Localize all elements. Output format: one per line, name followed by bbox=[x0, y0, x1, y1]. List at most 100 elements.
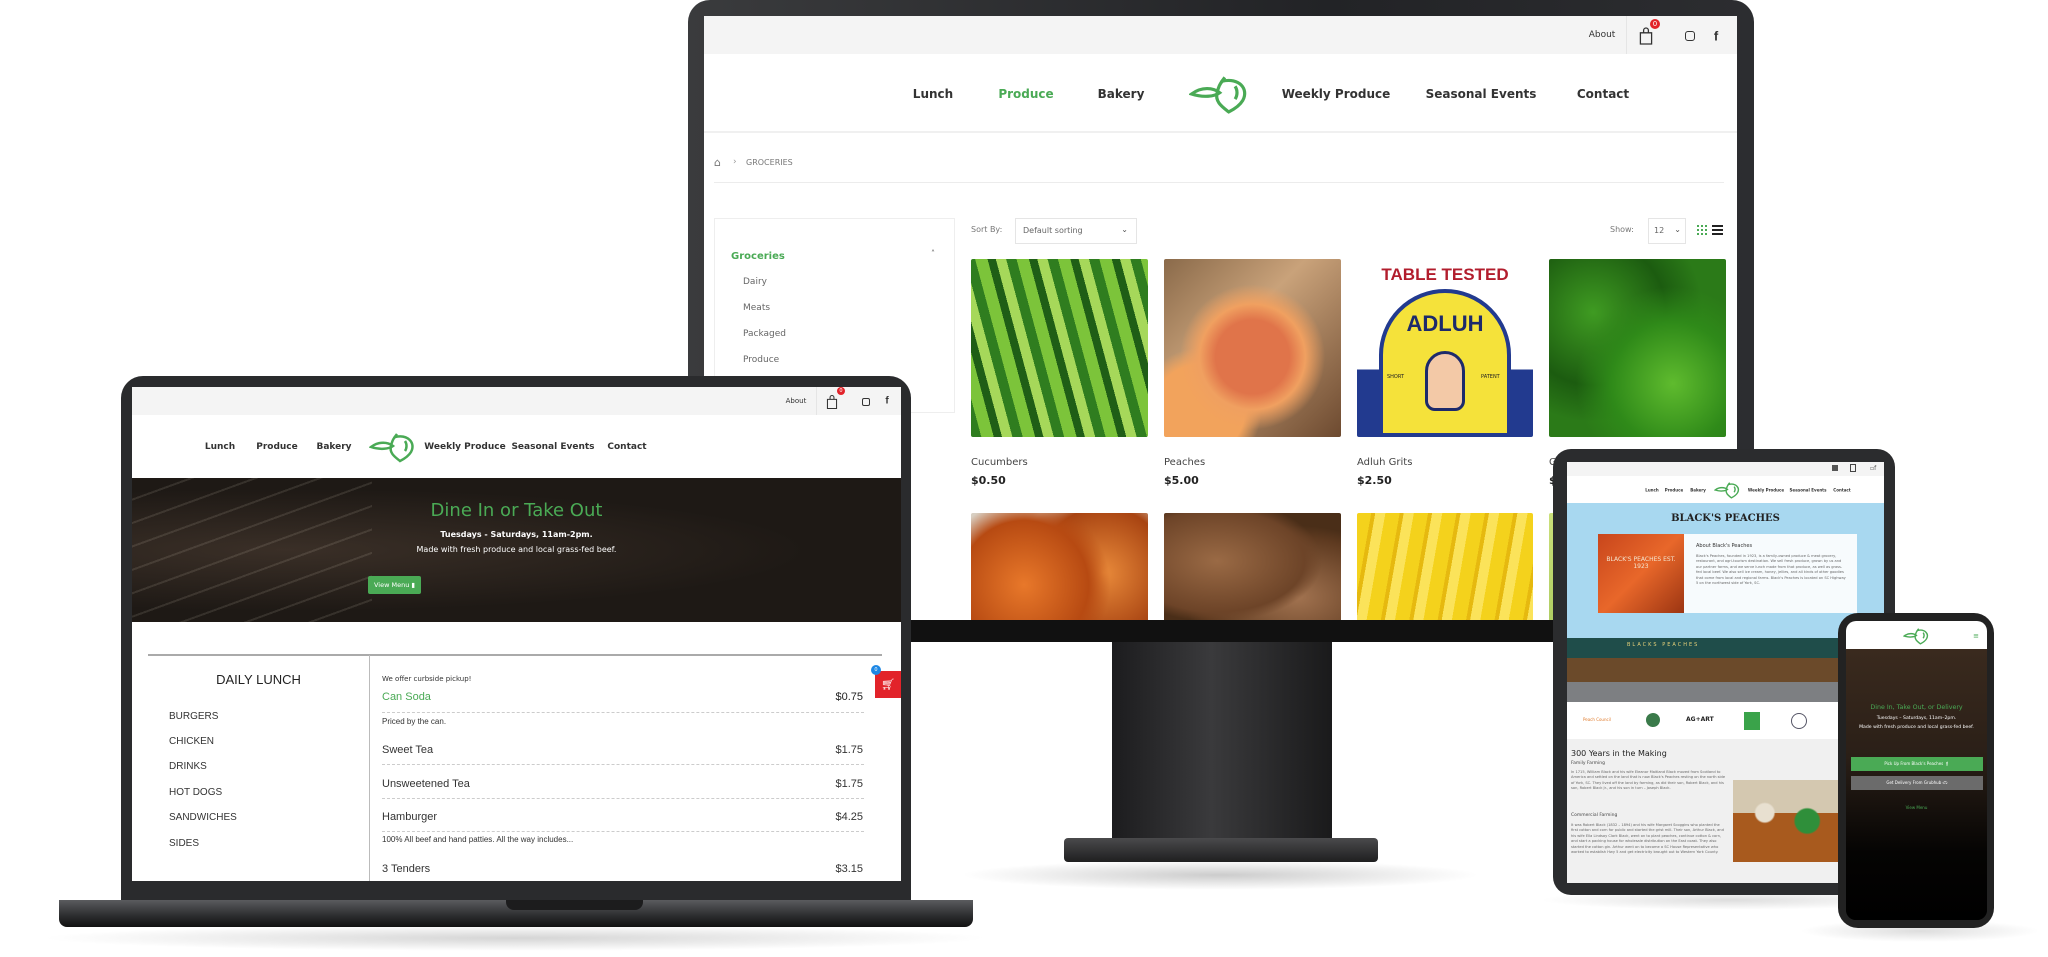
menu-category-drinks[interactable]: DRINKS bbox=[169, 761, 207, 772]
cart-icon[interactable] bbox=[1850, 464, 1856, 472]
peach-logo-icon[interactable] bbox=[1714, 482, 1742, 499]
floating-cart-button[interactable]: 🛒︎ bbox=[875, 671, 901, 698]
cart-icon[interactable] bbox=[1638, 26, 1654, 46]
nav-lunch[interactable]: Lunch bbox=[1645, 488, 1658, 493]
nav-bakery[interactable]: Bakery bbox=[1690, 488, 1706, 493]
menu-item[interactable]: Sweet Tea $1.75 bbox=[382, 744, 883, 756]
chevron-up-icon[interactable]: ˄ bbox=[931, 249, 935, 258]
about-link[interactable]: About bbox=[1589, 30, 1616, 40]
facebook-icon[interactable]: f bbox=[885, 396, 888, 407]
top-bar: About 0 f bbox=[132, 387, 901, 415]
menu-category-sides[interactable]: SIDES bbox=[169, 838, 199, 849]
menu-item-name: Hamburger bbox=[382, 811, 438, 823]
commercial-farming-text: It was Robert Black (1832 – 1894) and hi… bbox=[1571, 823, 1724, 855]
about-text: Black's Peaches, founded in 1923, is a f… bbox=[1696, 554, 1846, 586]
nav-seasonal-events[interactable]: Seasonal Events bbox=[1790, 488, 1827, 493]
cart-icon[interactable] bbox=[826, 394, 839, 410]
sort-select[interactable]: Default sorting ⌄ bbox=[1015, 218, 1137, 244]
dotted-separator bbox=[382, 831, 864, 832]
shopping-cart-icon: 🛒︎ bbox=[881, 678, 895, 691]
view-menu-link[interactable]: View Menu bbox=[1846, 805, 1987, 810]
sort-select-value: Default sorting bbox=[1023, 226, 1083, 235]
product-name[interactable]: Cucumbers bbox=[971, 457, 1028, 468]
menu-item-description: Priced by the can. bbox=[382, 717, 447, 726]
nav-produce[interactable]: Produce bbox=[1665, 488, 1683, 493]
menu-item[interactable]: 3 Tenders $3.15 bbox=[382, 863, 883, 875]
nav-lunch[interactable]: Lunch bbox=[205, 442, 235, 452]
account-icon[interactable] bbox=[1832, 465, 1838, 471]
menu-item-price: $4.25 bbox=[835, 811, 863, 823]
sidebar-category-groceries[interactable]: Groceries bbox=[731, 251, 785, 262]
nav-weekly-produce[interactable]: Weekly Produce bbox=[1748, 488, 1784, 493]
product-image-adluh-grits[interactable]: TABLE TESTED ADLUH SHORT PATENT bbox=[1357, 259, 1533, 437]
peach-logo-icon[interactable] bbox=[369, 431, 419, 463]
nav-contact[interactable]: Contact bbox=[607, 442, 646, 452]
menu-item[interactable]: Hamburger $4.25 bbox=[382, 811, 883, 823]
product-image-peaches[interactable] bbox=[1164, 259, 1341, 437]
product-image-bananas[interactable] bbox=[1357, 513, 1533, 620]
instagram-icon[interactable] bbox=[862, 398, 870, 406]
delivery-button[interactable]: Get Delivery From Grubhub 🚗︎ bbox=[1851, 776, 1983, 790]
partner-logo-seal bbox=[1791, 713, 1807, 729]
nav-bakery[interactable]: Bakery bbox=[316, 442, 351, 452]
column-divider bbox=[369, 655, 370, 881]
about-section: BLACK'S PEACHES BLACK'S PEACHES EST. 192… bbox=[1567, 503, 1884, 702]
home-icon[interactable]: ⌂ bbox=[714, 156, 721, 169]
sidebar-item-produce[interactable]: Produce bbox=[743, 355, 779, 365]
nav-contact[interactable]: Contact bbox=[1577, 87, 1629, 101]
product-price: $0.50 bbox=[971, 474, 1006, 487]
product-image-cucumbers[interactable] bbox=[971, 259, 1148, 437]
nav-seasonal-events[interactable]: Seasonal Events bbox=[511, 442, 594, 452]
menu-item-price: $1.75 bbox=[835, 744, 863, 756]
peach-logo-icon[interactable] bbox=[1189, 74, 1253, 114]
mobile-hero: Dine In, Take Out, or Delivery Tuesdays … bbox=[1846, 649, 1987, 920]
menu-item-price: $0.75 bbox=[835, 691, 863, 703]
nav-weekly-produce[interactable]: Weekly Produce bbox=[1282, 87, 1391, 101]
nav-produce[interactable]: Produce bbox=[256, 442, 298, 452]
storefront-image: BLACKS PEACHES bbox=[1567, 622, 1884, 702]
list-view-icon[interactable] bbox=[1712, 225, 1723, 235]
hamburger-menu-icon[interactable]: ≡ bbox=[1973, 632, 1979, 640]
delivery-button-label: Get Delivery From Grubhub bbox=[1886, 780, 1942, 785]
breadcrumb[interactable]: GROCERIES bbox=[746, 158, 793, 167]
view-menu-button[interactable]: View Menu ▮ bbox=[368, 576, 421, 594]
nav-contact[interactable]: Contact bbox=[1833, 488, 1850, 493]
history-title: 300 Years in the Making bbox=[1571, 749, 1667, 758]
laptop-screen-lunch-page: About 0 f Lunch Produce Bakery Weekly Pr… bbox=[132, 387, 901, 881]
product-name[interactable]: Peaches bbox=[1164, 457, 1205, 468]
menu-item[interactable]: Can Soda $0.75 bbox=[382, 691, 883, 703]
product-image-green-peppers[interactable] bbox=[1549, 259, 1726, 437]
sidebar-item-packaged[interactable]: Packaged bbox=[743, 329, 786, 339]
menu-category-burgers[interactable]: BURGERS bbox=[169, 711, 218, 722]
menu-category-hot-dogs[interactable]: HOT DOGS bbox=[169, 787, 222, 798]
nav-produce[interactable]: Produce bbox=[998, 87, 1053, 101]
family-farming-title: Family Farming bbox=[1571, 761, 1605, 766]
nav-seasonal-events[interactable]: Seasonal Events bbox=[1426, 87, 1537, 101]
nav-bakery[interactable]: Bakery bbox=[1098, 87, 1145, 101]
about-link[interactable]: About bbox=[786, 397, 807, 405]
sidebar-item-meats[interactable]: Meats bbox=[743, 303, 770, 313]
pickup-button-label: Pick Up From Black's Peaches bbox=[1884, 761, 1944, 766]
curbside-notice: We offer curbside pickup! bbox=[382, 675, 472, 683]
nav-lunch[interactable]: Lunch bbox=[913, 87, 953, 101]
menu-item[interactable]: Unsweetened Tea $1.75 bbox=[382, 778, 883, 790]
sidebar-item-dairy[interactable]: Dairy bbox=[743, 277, 767, 287]
peach-logo-icon[interactable] bbox=[1903, 628, 1931, 645]
menu-category-sandwiches[interactable]: SANDWICHES bbox=[169, 812, 237, 823]
car-icon: 🚗︎ bbox=[1942, 780, 1948, 785]
facebook-icon[interactable]: f bbox=[1714, 29, 1718, 44]
product-image-onions[interactable] bbox=[971, 513, 1148, 620]
menu-item-price: $1.75 bbox=[835, 778, 863, 790]
product-name[interactable]: Adluh Grits bbox=[1357, 457, 1412, 468]
grid-view-icon[interactable] bbox=[1697, 225, 1707, 235]
menu-category-chicken[interactable]: CHICKEN bbox=[169, 736, 214, 747]
breadcrumb-separator-icon: › bbox=[733, 157, 737, 167]
instagram-icon[interactable] bbox=[1685, 31, 1695, 41]
pickup-button[interactable]: Pick Up From Black's Peaches 🍴︎ bbox=[1851, 757, 1983, 771]
show-count-select[interactable]: 12 ⌄ bbox=[1648, 218, 1686, 244]
nav-weekly-produce[interactable]: Weekly Produce bbox=[424, 442, 505, 452]
social-icons[interactable]: ▫f bbox=[1870, 465, 1876, 472]
menu-divider bbox=[148, 654, 882, 656]
product-image-potatoes[interactable] bbox=[1164, 513, 1341, 620]
dotted-separator bbox=[382, 764, 864, 765]
